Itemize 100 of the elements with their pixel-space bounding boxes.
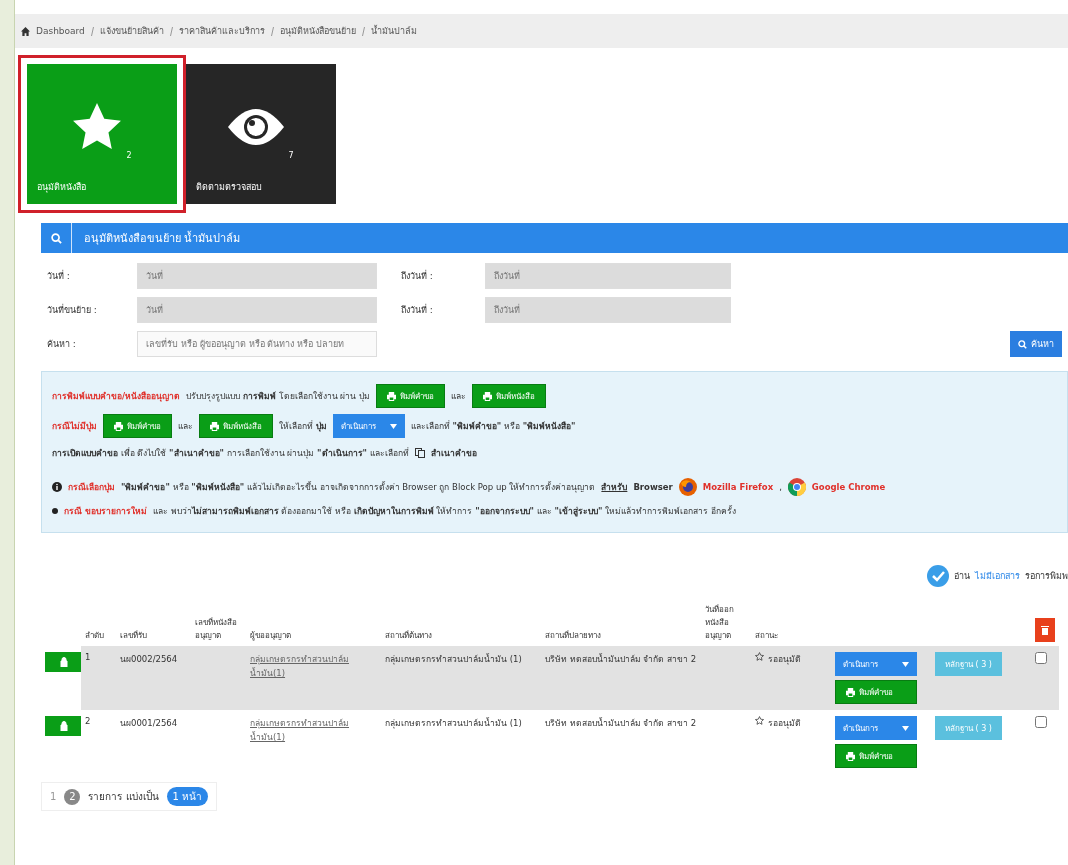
printer-icon [482,391,492,401]
evidence-button[interactable]: หลักฐาน ( 3 ) [935,652,1002,676]
info-text: "พิมพ์คำขอ" หรือ "พิมพ์หนังสือ" แล้วไม่เกิดอะไรขึ้น อาจเกิดจากการตั้งค่า Browser ถูก Block Pop up ให้ทำการตั้งค่าอนุญาต [121,480,596,494]
pages-badge: 1 หน้า [166,787,209,806]
column-header: สถานที่ต้นทาง [384,629,433,642]
printer-icon [846,751,855,761]
column-header: เลขที่รับ [119,629,148,642]
star-outline-icon [755,652,764,661]
search-icon [1018,339,1027,349]
date-field[interactable]: วันที่ [137,297,377,323]
printer-icon [386,391,396,401]
breadcrumb-link[interactable]: Dashboard [36,26,85,36]
column-header: เลขที่หนังสืออนุญาต [194,616,238,642]
page-link[interactable]: 1 [50,791,57,802]
printer-icon [114,421,123,431]
field-label: วันที่ขนย้าย : [47,303,98,317]
printer-icon [210,421,219,431]
info-text: ปรับปรุงรูปแบบ การพิมพ์ โดยเลือกใช้งาน ผ่าน ปุ่ม [186,390,370,403]
action-dropdown[interactable]: ดำเนินการ [332,414,405,438]
table-cell: บริษัท ทดสอบน้ำมันปาล์ม จำกัด สาขา 2 [541,646,701,710]
info-text: ให้เลือกที่ ปุ่ม [279,419,327,433]
print-button[interactable]: พิมพ์คำขอ [375,384,445,408]
breadcrumb-link[interactable]: แจ้งขนย้ายสินค้า [99,24,164,38]
info-text: และเลือกที่ "พิมพ์คำขอ" หรือ "พิมพ์หนังสือ" [410,419,576,433]
search-button[interactable]: ค้นหา [1010,331,1062,357]
caret-icon [902,661,909,667]
separator-icon [270,26,274,36]
warning-text: กรณี ขอบรายการใหม่ [64,505,147,518]
tile-label: ติดตามตรวจสอบ [196,181,263,194]
search-icon [50,232,62,244]
breadcrumb-link[interactable]: น้ำมันปาล์ม [370,24,417,38]
tile-count: 2 [126,151,132,160]
info-text: สำเนาคำขอ [430,447,477,460]
star-icon [72,103,123,151]
column-header: วันที่ออกหนังสืออนุญาต [704,603,735,642]
column-header: สถานะ [754,630,779,642]
action-dropdown[interactable]: ดำเนินการ [835,716,917,740]
column-header: ผู้ขออนุญาต [249,630,292,643]
row-checkbox[interactable] [1035,652,1047,664]
field-label: วันที่ : [47,269,71,283]
date-field[interactable]: วันที่ [137,263,377,289]
date-field[interactable]: ถึงวันที่ [485,263,731,289]
column-header: ลำดับ [84,630,105,642]
info-text: และ [178,420,193,433]
delete-button[interactable] [1035,618,1055,642]
chrome-icon [787,478,806,496]
field-label: ถึงวันที่ : [400,269,434,283]
warning-text: กรณีไม่มีปุ่ม [52,420,97,433]
lock-icon [60,657,68,667]
tile-label: อนุมัติหนังสือ [37,181,87,194]
status-text: รออนุมัติ [768,717,801,730]
warning-text: Mozilla Firefox [702,482,774,492]
printer-icon [846,687,855,697]
info-text: และ พบว่าไม่สามารถพิมพ์เอกสาร ต้องออกมาใช้ หรือ เกิดปัญหาในการพิมพ์ ให้ทำการ "ออกจากระบบ" และ "เข้าสู่ระบบ" ใหม่แล้วทำการพิมพ์เอกสาร อีกครั้ง [152,504,736,518]
table-cell: กลุ่มเกษตรกรทำสวนปาล์มน้ำมัน (1) [381,646,541,710]
lock-button[interactable] [45,716,83,736]
print-button[interactable]: พิมพ์หนังสือ [199,414,273,438]
warning-text: Google Chrome [811,482,886,492]
tile-count: 7 [288,151,294,160]
applicant-link[interactable]: กลุ่มเกษตรกรทำสวนปาล์มน้ำมัน(1) [250,652,377,680]
action-dropdown[interactable]: ดำเนินการ [835,652,917,676]
eye-icon [228,109,285,145]
check-badge-icon [927,565,949,587]
legend-text: อ่าน [954,570,970,583]
info-text: Browser [633,482,673,492]
caret-icon [389,423,397,429]
firefox-icon [678,478,697,496]
print-button[interactable]: พิมพ์คำขอ [103,414,172,438]
applicant-link[interactable]: กลุ่มเกษตรกรทำสวนปาล์มน้ำมัน(1) [250,716,377,744]
breadcrumb-link[interactable]: ราคาสินค้าและบริการ [178,24,265,38]
info-icon [52,482,62,492]
field-label: ค้นหา : [47,338,77,351]
info-text: และ [450,390,466,403]
print-button[interactable]: พิมพ์หนังสือ [471,384,546,408]
column-header: สถานที่ปลายทาง [544,629,602,642]
panel-title: อนุมัติหนังสือขนย้าย น้ำมันปาล์ม [83,230,241,247]
print-button[interactable]: พิมพ์คำขอ [835,744,917,768]
copy-icon [414,448,425,458]
star-outline-icon [755,716,764,725]
caret-icon [902,725,909,731]
evidence-button[interactable]: หลักฐาน ( 3 ) [935,716,1002,740]
status-text: รออนุมัติ [768,653,801,666]
menu-tile[interactable]: 2 อนุมัติหนังสือ [18,55,186,213]
warning-text: การพิมพ์แบบคำขอ/หนังสืออนุญาต [52,390,181,403]
legend-text: รอการพิมพ [1025,570,1068,583]
info-text: การเปิดแบบคำขอ เพื่อ ดึงไปใช้ "สำเนาคำขอ" การเลือกใช้งาน ผ่านปุ่ม "ดำเนินการ" และเลือกที่ [52,446,409,460]
separator-icon [169,26,173,36]
row-checkbox[interactable] [1035,716,1047,728]
lock-icon [60,721,68,731]
browser-link[interactable]: สำหรับ [601,480,628,494]
breadcrumb-link[interactable]: อนุมัติหนังสือขนย้าย [279,24,356,38]
legend-text: ไม่มีเอกสาร [975,570,1020,583]
table-cell: นผ0002/2564 [116,646,191,710]
print-button[interactable]: พิมพ์คำขอ [835,680,917,704]
search-field[interactable]: เลขที่รับ หรือ ผู้ขออนุญาต หรือ ต้นทาง หรือ ปลายท [137,331,377,357]
lock-button[interactable] [45,652,83,672]
pagination-text: รายการ แบ่งเป็น [88,789,159,804]
warning-text: กรณีเลือกปุ่ม [68,481,115,494]
date-field[interactable]: ถึงวันที่ [485,297,731,323]
separator-icon [90,26,94,36]
